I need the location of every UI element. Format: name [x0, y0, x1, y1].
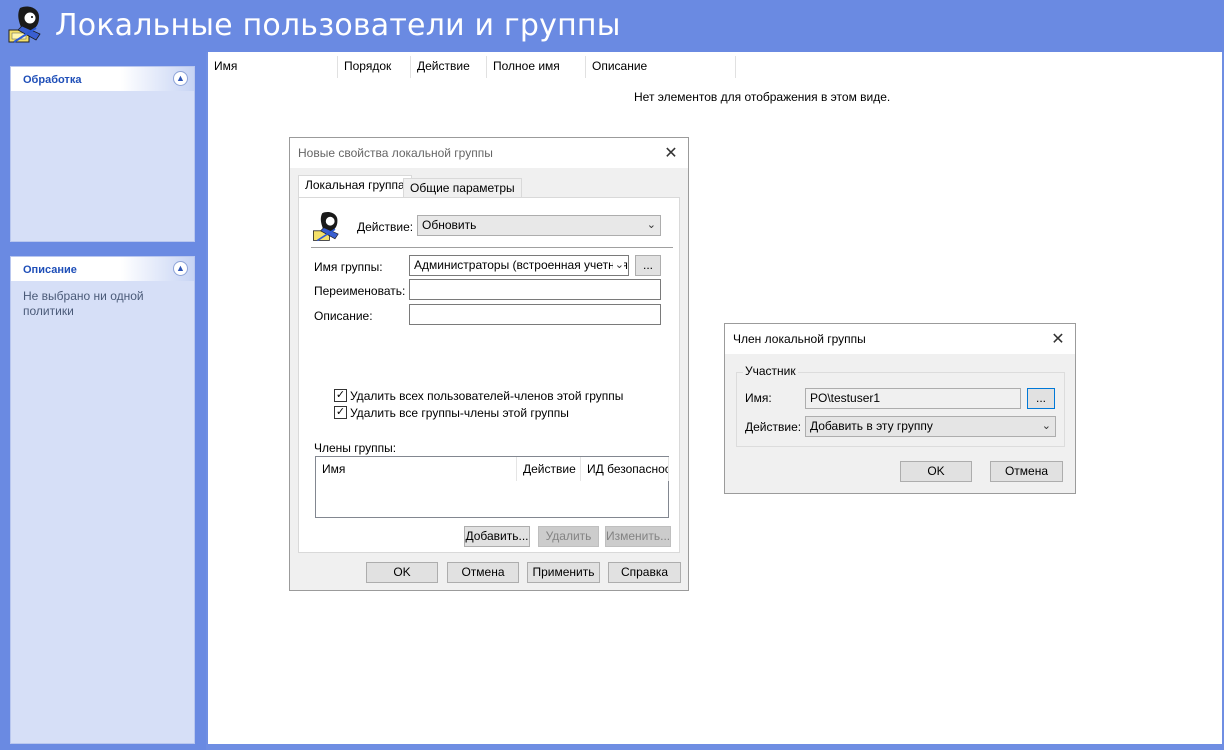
processing-panel-title: Обработка — [23, 74, 82, 86]
column-headers: Имя Порядок Действие Полное имя Описание — [208, 56, 736, 78]
page-title: Локальные пользователи и группы — [55, 8, 621, 43]
browse-member-button[interactable]: ... — [1027, 388, 1055, 409]
group-name-label: Имя группы: — [314, 260, 383, 274]
remove-member-button[interactable]: Удалить — [538, 526, 599, 547]
action-dropdown-value: Обновить — [422, 218, 477, 232]
members-label: Члены группы: — [314, 441, 397, 455]
action-dropdown[interactable]: Обновить ⌄ — [417, 215, 661, 236]
empty-list-message: Нет элементов для отображения в этом вид… — [634, 90, 891, 104]
member-action-value: Добавить в эту группу — [810, 419, 933, 433]
chevron-down-icon: ⌄ — [612, 256, 624, 275]
collapse-icon[interactable]: ▲ — [173, 71, 188, 86]
delete-users-label[interactable]: Удалить всех пользователей-членов этой г… — [350, 389, 623, 403]
members-listview[interactable]: Имя Действие ИД безопасност — [315, 456, 669, 518]
column-header-action[interactable]: Действие — [411, 56, 487, 78]
dialog-title: Член локальной группы — [733, 332, 866, 346]
task-pane: Обработка ▲ Описание ▲ Не выбрано ни одн… — [0, 52, 206, 750]
group-name-combobox[interactable]: Администраторы (встроенная учетная ⌄ — [409, 255, 629, 276]
header-bar: Локальные пользователи и группы — [0, 0, 1224, 52]
apply-button[interactable]: Применить — [527, 562, 600, 583]
browse-group-button[interactable]: ... — [635, 255, 661, 276]
users-groups-icon — [6, 4, 46, 44]
add-member-button[interactable]: Добавить... — [464, 526, 530, 547]
local-group-icon — [311, 210, 343, 242]
cancel-button[interactable]: Отмена — [447, 562, 519, 583]
chevron-down-icon: ⌄ — [646, 219, 656, 231]
rename-label: Переименовать: — [314, 284, 406, 298]
ok-button[interactable]: OK — [900, 461, 972, 482]
dialog-title: Новые свойства локальной группы — [298, 146, 493, 160]
members-column-action[interactable]: Действие — [517, 457, 581, 481]
delete-users-checkbox[interactable]: ✓ — [334, 389, 347, 402]
description-input[interactable] — [409, 304, 661, 325]
member-name-label: Имя: — [745, 391, 772, 405]
member-name-value: PO\testuser1 — [810, 391, 881, 405]
ok-button[interactable]: OK — [366, 562, 438, 583]
description-panel: Описание ▲ Не выбрано ни одной политики — [10, 256, 195, 744]
close-icon[interactable]: ✕ — [1049, 329, 1067, 349]
participant-groupbox: Участник Имя: PO\testuser1 ... Действие:… — [736, 364, 1065, 447]
description-label: Описание: — [314, 309, 373, 323]
delete-groups-checkbox[interactable]: ✓ — [334, 406, 347, 419]
description-text: Не выбрано ни одной политики — [23, 289, 144, 318]
dialog-titlebar[interactable]: Член локальной группы ✕ — [725, 324, 1075, 354]
member-action-dropdown[interactable]: Добавить в эту группу ⌄ — [805, 416, 1056, 437]
column-header-order[interactable]: Порядок — [338, 56, 411, 78]
collapse-icon[interactable]: ▲ — [173, 261, 188, 276]
tab-local-group[interactable]: Локальная группа — [298, 175, 412, 198]
processing-panel-header[interactable]: Обработка ▲ — [11, 67, 194, 91]
members-column-sid[interactable]: ИД безопасност — [581, 457, 669, 481]
edit-member-button[interactable]: Изменить... — [605, 526, 671, 547]
member-dialog: Член локальной группы ✕ Участник Имя: PO… — [724, 323, 1076, 494]
delete-groups-label[interactable]: Удалить все группы-члены этой группы — [350, 406, 569, 420]
description-panel-header[interactable]: Описание ▲ — [11, 257, 194, 281]
dialog-titlebar[interactable]: Новые свойства локальной группы ✕ — [290, 138, 688, 168]
member-action-label: Действие: — [745, 420, 802, 434]
column-header-fullname[interactable]: Полное имя — [487, 56, 586, 78]
tab-common-params[interactable]: Общие параметры — [403, 178, 522, 199]
cancel-button[interactable]: Отмена — [990, 461, 1063, 482]
members-column-name[interactable]: Имя — [316, 457, 517, 481]
close-icon[interactable]: ✕ — [662, 143, 680, 163]
action-label: Действие: — [357, 220, 414, 234]
divider — [311, 247, 673, 248]
column-header-description[interactable]: Описание — [586, 56, 736, 78]
group-name-value: Администраторы (встроенная учетная — [414, 258, 628, 272]
processing-panel: Обработка ▲ — [10, 66, 195, 242]
group-properties-dialog: Новые свойства локальной группы ✕ Локаль… — [289, 137, 689, 591]
column-header-name[interactable]: Имя — [208, 56, 338, 78]
rename-input[interactable] — [409, 279, 661, 300]
chevron-down-icon: ⌄ — [1041, 420, 1051, 432]
member-name-input[interactable]: PO\testuser1 — [805, 388, 1021, 409]
help-button[interactable]: Справка — [608, 562, 681, 583]
participant-group-title: Участник — [743, 364, 798, 378]
description-panel-title: Описание — [23, 264, 77, 276]
tab-page-local-group: Действие: Обновить ⌄ Имя группы: Админис… — [298, 197, 680, 553]
